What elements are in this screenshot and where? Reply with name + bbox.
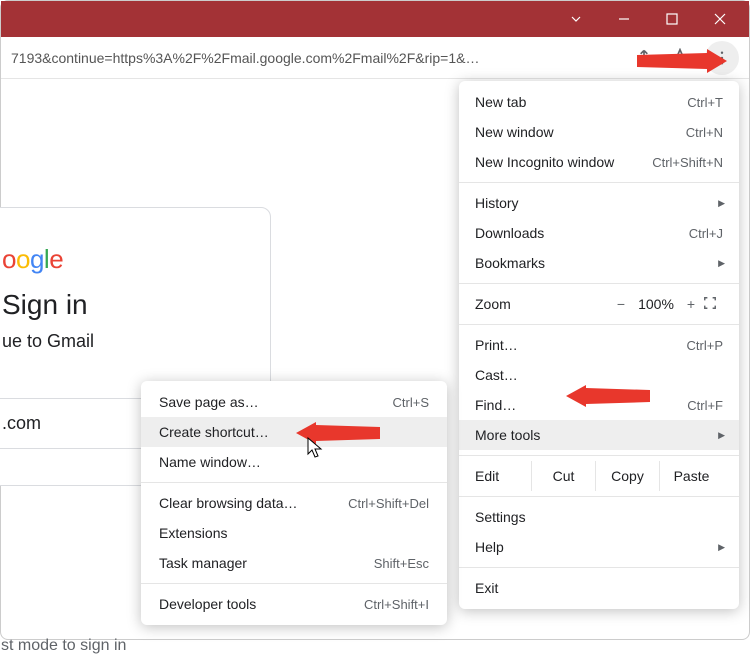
page-subtitle: ue to Gmail (2, 331, 234, 352)
submenu-create-shortcut[interactable]: Create shortcut… (141, 417, 447, 447)
cursor-icon (307, 437, 325, 459)
menu-exit[interactable]: Exit (459, 573, 739, 603)
zoom-out-button[interactable]: − (609, 296, 633, 312)
menu-edit-row: Edit Cut Copy Paste (459, 461, 739, 491)
submenu-clear-data[interactable]: Clear browsing data…Ctrl+Shift+Del (141, 488, 447, 518)
window-titlebar (1, 1, 749, 37)
submenu-name-window[interactable]: Name window… (141, 447, 447, 477)
url-text[interactable]: 7193&continue=https%3A%2F%2Fmail.google.… (11, 50, 619, 66)
menu-incognito[interactable]: New Incognito windowCtrl+Shift+N (459, 147, 739, 177)
submenu-extensions[interactable]: Extensions (141, 518, 447, 548)
caret-down-icon[interactable] (553, 3, 599, 35)
close-button[interactable] (697, 3, 743, 35)
submenu-save-page[interactable]: Save page as…Ctrl+S (141, 387, 447, 417)
submenu-task-manager[interactable]: Task managerShift+Esc (141, 548, 447, 578)
chrome-menu: New tabCtrl+T New windowCtrl+N New Incog… (459, 81, 739, 609)
more-tools-submenu: Save page as…Ctrl+S Create shortcut… Nam… (141, 381, 447, 625)
menu-history[interactable]: History (459, 188, 739, 218)
menu-edit-cut[interactable]: Cut (531, 461, 595, 491)
menu-downloads[interactable]: DownloadsCtrl+J (459, 218, 739, 248)
menu-zoom: Zoom − 100% + (459, 289, 739, 319)
menu-bookmarks[interactable]: Bookmarks (459, 248, 739, 278)
menu-edit-paste[interactable]: Paste (659, 461, 723, 491)
menu-print[interactable]: Print…Ctrl+P (459, 330, 739, 360)
zoom-in-button[interactable]: + (679, 296, 703, 312)
zoom-value: 100% (633, 296, 679, 312)
menu-more-tools[interactable]: More tools (459, 420, 739, 450)
minimize-button[interactable] (601, 3, 647, 35)
menu-edit-copy[interactable]: Copy (595, 461, 659, 491)
submenu-dev-tools[interactable]: Developer toolsCtrl+Shift+I (141, 589, 447, 619)
menu-settings[interactable]: Settings (459, 502, 739, 532)
fullscreen-icon[interactable] (703, 296, 723, 313)
menu-new-window[interactable]: New windowCtrl+N (459, 117, 739, 147)
annotation-arrow-kebab (637, 49, 727, 73)
menu-new-tab[interactable]: New tabCtrl+T (459, 87, 739, 117)
menu-help[interactable]: Help (459, 532, 739, 562)
annotation-arrow-more-tools (566, 385, 650, 407)
maximize-button[interactable] (649, 3, 695, 35)
page-heading: Sign in (2, 289, 234, 321)
google-logo: oogle (2, 244, 234, 275)
